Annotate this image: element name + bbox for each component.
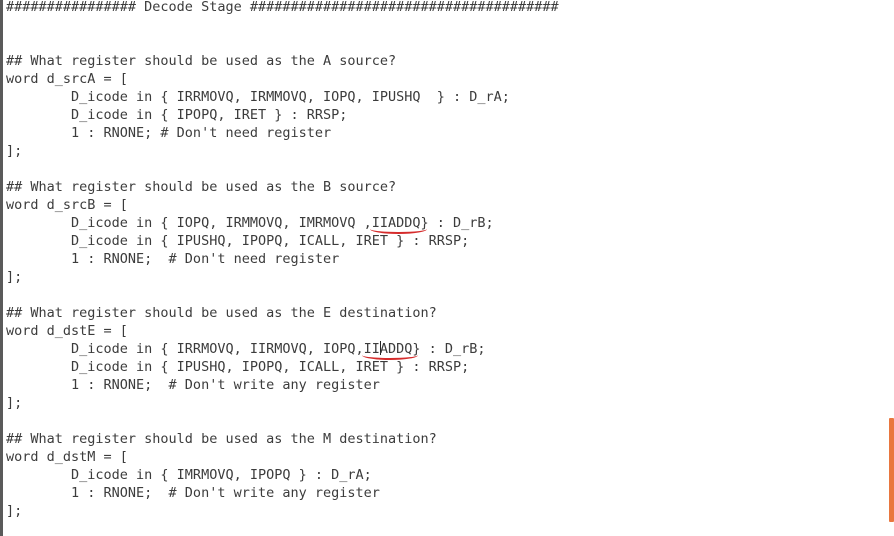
window-left-edge: [0, 0, 3, 536]
code-line-header: ################ Decode Stage ##########…: [6, 0, 559, 15]
vertical-scrollbar[interactable]: [888, 0, 894, 536]
code-line-srcA-decl: word d_srcA = [: [6, 71, 128, 87]
code-line-dstE-close: ];: [6, 395, 23, 411]
code-line-srcA-case2: D_icode in { IPOPQ, IRET } : RRSP;: [6, 107, 348, 123]
code-line-srcB-decl: word d_srcB = [: [6, 197, 128, 213]
code-line-dstM-close: ];: [6, 503, 23, 519]
code-line-srcB-case2: D_icode in { IPUSHQ, IPOPQ, ICALL, IRET …: [6, 233, 470, 249]
code-line-dstM-case1: D_icode in { IMRMOVQ, IPOPQ } : D_rA;: [6, 467, 372, 483]
code-line-srcA-case3: 1 : RNONE; # Don't need register: [6, 125, 332, 141]
code-line-dstM-comment: ## What register should be used as the M…: [6, 431, 437, 447]
code-line-dstE-case3: 1 : RNONE; # Don't write any register: [6, 377, 380, 393]
spellcheck-underline-iiaddq: IIADDQ: [371, 215, 421, 231]
code-text: D_icode in { IRRMOVQ, IIRMOVQ, IOPQ,: [6, 341, 364, 357]
code-line-srcA-comment: ## What register should be used as the A…: [6, 53, 397, 69]
code-editor[interactable]: ################ Decode Stage ##########…: [6, 0, 884, 536]
code-line-dstE-comment: ## What register should be used as the E…: [6, 305, 437, 321]
code-text: } : D_rB;: [412, 341, 486, 357]
code-line-dstM-decl: word d_dstM = [: [6, 449, 128, 465]
code-line-srcA-case1: D_icode in { IRRMOVQ, IRMMOVQ, IOPQ, IPU…: [6, 89, 510, 105]
code-text: D_icode in { IOPQ, IRMMOVQ, IMRMOVQ ,: [6, 215, 372, 231]
code-line-dstE-case2: D_icode in { IPUSHQ, IPOPQ, ICALL, IRET …: [6, 359, 470, 375]
code-line-dstE-case1: D_icode in { IRRMOVQ, IIRMOVQ, IOPQ,IIAD…: [6, 340, 884, 358]
code-line-srcA-close: ];: [6, 143, 23, 159]
code-text: ADDQ: [379, 341, 413, 357]
code-line-dstE-decl: word d_dstE = [: [6, 323, 128, 339]
code-line-srcB-close: ];: [6, 269, 23, 285]
spellcheck-underline-iiaddq: IIADDQ: [363, 341, 413, 357]
code-line-srcB-comment: ## What register should be used as the B…: [6, 179, 397, 195]
code-line-dstM-case2: 1 : RNONE; # Don't write any register: [6, 485, 380, 501]
code-text: II: [363, 341, 380, 357]
code-text: } : D_rB;: [420, 215, 494, 231]
code-line-srcB-case1: D_icode in { IOPQ, IRMMOVQ, IMRMOVQ ,IIA…: [6, 214, 884, 232]
code-line-srcB-case3: 1 : RNONE; # Don't need register: [6, 251, 340, 267]
scrollbar-thumb[interactable]: [889, 418, 894, 522]
